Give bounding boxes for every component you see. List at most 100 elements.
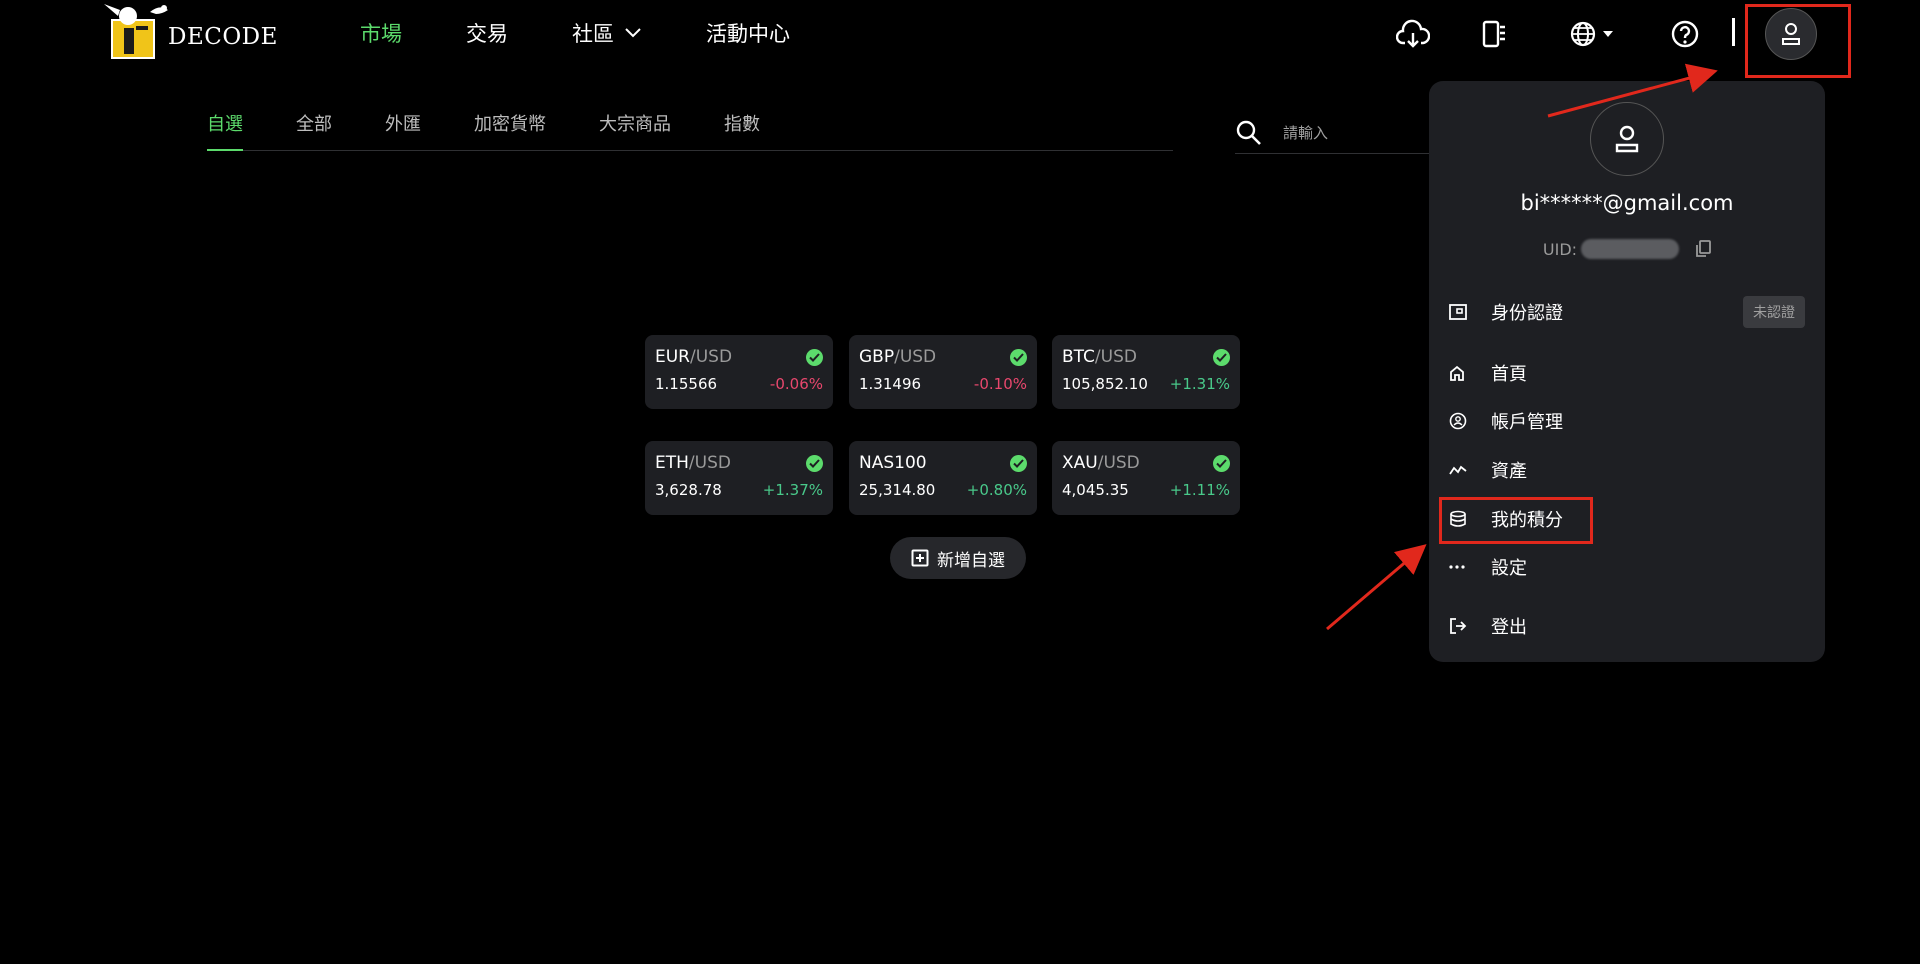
account-email: bi******@gmail.com	[1520, 191, 1734, 215]
help-icon[interactable]	[1665, 14, 1705, 54]
coins-icon	[1449, 510, 1479, 528]
tab-crypto[interactable]: 加密貨幣	[474, 110, 546, 150]
check-icon[interactable]	[806, 348, 823, 366]
card-change: -0.06%	[769, 375, 823, 393]
menu-item-settings[interactable]: 設定	[1449, 548, 1805, 586]
watchlist-card-gbpusd[interactable]: GBP/USD 1.31496 -0.10%	[849, 335, 1037, 409]
card-price: 4,045.35	[1062, 481, 1129, 499]
add-watchlist-label: 新增自選	[937, 550, 1005, 571]
menu-item-label: 登出	[1491, 617, 1527, 638]
check-icon[interactable]	[1213, 454, 1230, 472]
id-card-icon	[1449, 304, 1479, 320]
header-divider	[1732, 18, 1735, 46]
plus-square-icon	[911, 549, 929, 567]
card-price: 3,628.78	[655, 481, 722, 499]
menu-item-assets[interactable]: 資產	[1449, 451, 1805, 489]
menu-item-label: 我的積分	[1491, 510, 1563, 531]
assets-chart-icon	[1449, 464, 1479, 476]
chevron-down-icon	[625, 28, 641, 38]
home-icon	[1449, 365, 1479, 381]
card-base: GBP	[859, 347, 895, 367]
nav-market[interactable]: 市場	[360, 18, 402, 48]
card-price: 1.31496	[859, 375, 922, 393]
market-tabs: 自選 全部 外匯 加密貨幣 大宗商品 指數	[207, 110, 1173, 151]
cloud-download-icon[interactable]	[1393, 14, 1433, 54]
menu-item-label: 設定	[1491, 558, 1527, 579]
globe-icon	[1570, 21, 1596, 47]
account-uid: UID:	[1429, 239, 1825, 259]
verification-status-badge: 未認證	[1743, 296, 1805, 328]
check-icon[interactable]	[806, 454, 823, 472]
more-dots-icon	[1449, 565, 1479, 569]
card-base: BTC	[1062, 347, 1095, 367]
card-quote: /USD	[894, 347, 937, 367]
card-symbol: EUR/USD	[655, 347, 732, 367]
check-icon[interactable]	[1010, 454, 1027, 472]
tab-all[interactable]: 全部	[296, 110, 332, 150]
menu-item-my-points[interactable]: 我的積分	[1449, 500, 1805, 538]
add-watchlist-button[interactable]: 新增自選	[890, 537, 1026, 579]
card-base: EUR	[655, 347, 690, 367]
logo-mascot-icon	[98, 2, 178, 60]
dropdown-avatar	[1590, 102, 1664, 176]
nav-trade[interactable]: 交易	[466, 18, 508, 48]
watchlist-card-btcusd[interactable]: BTC/USD 105,852.10 +1.31%	[1052, 335, 1240, 409]
caret-down-icon	[1603, 31, 1613, 37]
tab-forex[interactable]: 外匯	[385, 110, 421, 150]
menu-item-label: 身份認證	[1491, 303, 1563, 324]
card-base: NAS100	[859, 453, 927, 473]
watchlist-card-ethusd[interactable]: ETH/USD 3,628.78 +1.37%	[645, 441, 833, 515]
menu-item-label: 首頁	[1491, 364, 1527, 385]
card-base: XAU	[1062, 453, 1098, 473]
card-price: 25,314.80	[859, 481, 936, 499]
card-price: 105,852.10	[1062, 375, 1148, 393]
tab-commodities[interactable]: 大宗商品	[599, 110, 671, 150]
logout-icon	[1449, 617, 1479, 635]
card-change: +1.37%	[762, 481, 823, 499]
menu-item-identity-verification[interactable]: 身份認證 未認證	[1449, 293, 1805, 331]
nav-community-label: 社區	[572, 22, 614, 46]
card-base: ETH	[655, 453, 689, 473]
card-symbol: GBP/USD	[859, 347, 936, 367]
tab-indices[interactable]: 指數	[724, 110, 760, 150]
uid-label: UID:	[1542, 239, 1578, 259]
uid-value-redacted	[1581, 239, 1680, 259]
brand-name: DECODE	[168, 24, 278, 50]
card-quote: /USD	[690, 347, 733, 367]
language-selector[interactable]	[1561, 14, 1621, 54]
menu-item-account-management[interactable]: 帳戶管理	[1449, 402, 1805, 440]
menu-item-home[interactable]: 首頁	[1449, 354, 1805, 392]
card-symbol: ETH/USD	[655, 453, 731, 473]
watchlist-card-eurusd[interactable]: EUR/USD 1.15566 -0.06%	[645, 335, 833, 409]
menu-item-label: 資產	[1491, 461, 1527, 482]
check-icon[interactable]	[1213, 348, 1230, 366]
card-quote: /USD	[688, 453, 731, 473]
card-symbol: NAS100	[859, 453, 927, 473]
watchlist-card-xauusd[interactable]: XAU/USD 4,045.35 +1.11%	[1052, 441, 1240, 515]
card-change: +0.80%	[966, 481, 1027, 499]
menu-item-label: 帳戶管理	[1491, 412, 1563, 433]
card-symbol: XAU/USD	[1062, 453, 1140, 473]
account-icon	[1449, 412, 1479, 430]
arrow-to-my-points	[1326, 544, 1427, 631]
nav-activity-center[interactable]: 活動中心	[706, 18, 790, 48]
card-price: 1.15566	[655, 375, 718, 393]
card-change: -0.10%	[973, 375, 1027, 393]
menu-item-logout[interactable]: 登出	[1449, 607, 1805, 645]
user-icon	[1615, 125, 1639, 153]
brand-logo[interactable]: DECODE	[98, 2, 278, 60]
search-input[interactable]	[1283, 123, 1403, 142]
device-swap-icon[interactable]	[1473, 14, 1513, 54]
card-change: +1.31%	[1169, 375, 1230, 393]
user-avatar-button[interactable]	[1765, 8, 1817, 60]
copy-icon[interactable]	[1695, 240, 1711, 258]
nav-community[interactable]: 社區	[572, 18, 642, 48]
main-nav: 市場 交易 社區 活動中心	[360, 18, 854, 48]
card-quote: /USD	[1094, 347, 1137, 367]
check-icon[interactable]	[1010, 348, 1027, 366]
watchlist-card-nas100[interactable]: NAS100 25,314.80 +0.80%	[849, 441, 1037, 515]
account-dropdown: bi******@gmail.com UID: 身份認證 未認證 首頁 帳戶管理…	[1429, 81, 1825, 662]
tab-watchlist[interactable]: 自選	[207, 110, 243, 151]
user-icon	[1782, 23, 1800, 45]
search-bar	[1235, 112, 1435, 154]
